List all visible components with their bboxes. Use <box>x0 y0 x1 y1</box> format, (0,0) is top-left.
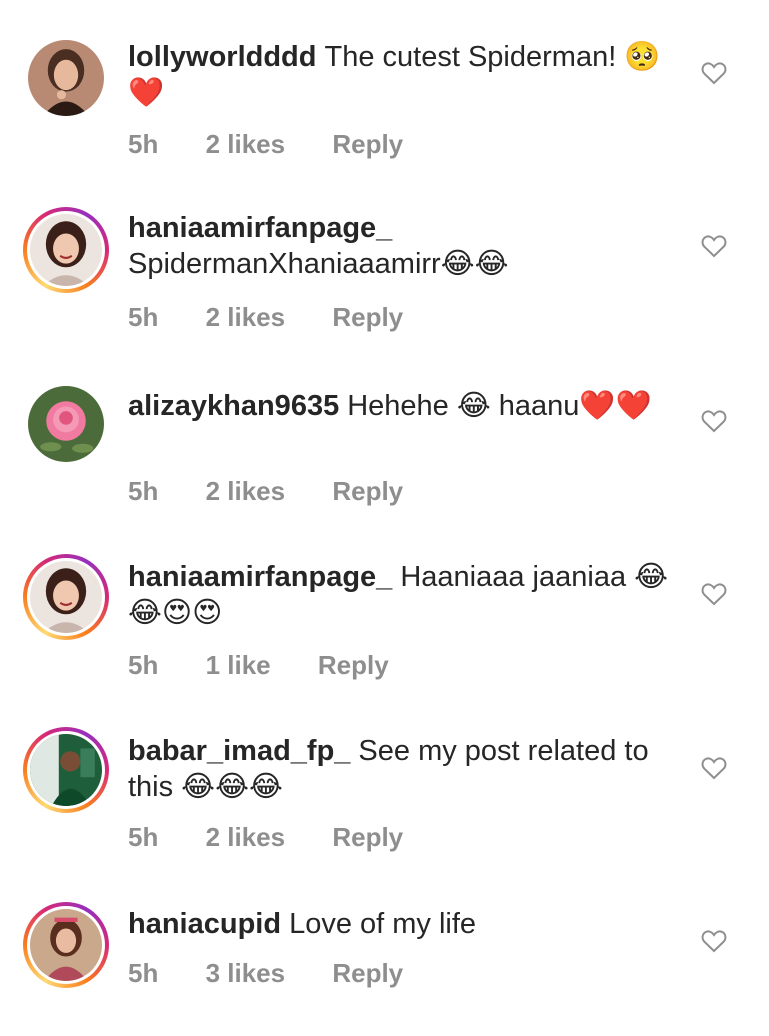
like-heart-icon[interactable] <box>701 756 727 780</box>
comment-text-block: haniacupid Love of my life <box>128 906 678 942</box>
avatar[interactable] <box>28 386 104 462</box>
like-heart-icon[interactable] <box>701 234 727 258</box>
like-heart-icon[interactable] <box>701 929 727 953</box>
comment-item: babar_imad_fp_ See my post related to thi… <box>0 693 769 863</box>
comment-item: haniacupid Love of my life 5h 3 likes Rep… <box>0 866 769 1036</box>
woman-portrait-icon <box>28 40 104 116</box>
like-heart-icon[interactable] <box>701 61 727 85</box>
cricket-player-icon <box>30 734 102 806</box>
comment-text-block: lollyworldddd The cutest Spiderman! 🥺❤️ <box>128 39 678 111</box>
comment-time: 5h <box>128 822 159 852</box>
reply-button[interactable]: Reply <box>332 822 403 852</box>
comment-item: lollyworldddd The cutest Spiderman! 🥺❤️ 5… <box>0 0 769 170</box>
comment-likes[interactable]: 1 like <box>206 650 271 680</box>
comment-item: alizaykhan9635 Hehehe 😂 haanu❤️❤️ 5h 2 li… <box>0 345 769 515</box>
avatar[interactable] <box>23 727 109 813</box>
comment-username[interactable]: alizaykhan9635 <box>128 390 339 422</box>
comment-text-block: haniaamirfanpage_ Haaniaaa jaaniaa 😂😂😍😍 <box>128 559 678 631</box>
comment-text-block: babar_imad_fp_ See my post related to thi… <box>128 733 678 805</box>
woman-portrait-outdoor-icon <box>30 909 102 981</box>
comment-likes[interactable]: 2 likes <box>206 476 286 506</box>
comment-likes[interactable]: 2 likes <box>206 822 286 852</box>
comment-likes[interactable]: 3 likes <box>206 958 286 988</box>
avatar[interactable] <box>23 207 109 293</box>
comment-likes[interactable]: 2 likes <box>206 129 286 159</box>
smiling-woman-portrait-icon <box>30 214 102 286</box>
pink-rose-icon <box>28 386 104 462</box>
comment-time: 5h <box>128 958 159 988</box>
comment-meta: 5h 3 likes Reply <box>128 958 443 989</box>
avatar[interactable] <box>28 40 104 116</box>
comment-meta: 5h 2 likes Reply <box>128 822 443 853</box>
comment-meta: 5h 2 likes Reply <box>128 129 443 160</box>
comment-time: 5h <box>128 302 159 332</box>
comment-meta: 5h 2 likes Reply <box>128 476 443 507</box>
avatar[interactable] <box>23 902 109 988</box>
comment-item: haniaamirfanpage_ Haaniaaa jaaniaa 😂😂😍😍 5… <box>0 519 769 689</box>
smiling-woman-portrait-icon <box>30 561 102 633</box>
comment-likes[interactable]: 2 likes <box>206 302 286 332</box>
like-heart-icon[interactable] <box>701 409 727 433</box>
like-heart-icon[interactable] <box>701 582 727 606</box>
reply-button[interactable]: Reply <box>332 958 403 988</box>
comment-username[interactable]: haniaamirfanpage_ <box>128 210 670 246</box>
comment-text-block: alizaykhan9635 Hehehe 😂 haanu❤️❤️ <box>128 388 678 424</box>
comment-meta: 5h 2 likes Reply <box>128 302 443 333</box>
reply-button[interactable]: Reply <box>332 476 403 506</box>
comment-time: 5h <box>128 650 159 680</box>
comment-meta: 5h 1 like Reply <box>128 650 429 681</box>
avatar[interactable] <box>23 554 109 640</box>
comment-username[interactable]: babar_imad_fp_ <box>128 735 350 767</box>
comment-item: haniaamirfanpage_ SpidermanXhaniaaamirr😂… <box>0 170 769 340</box>
comment-username[interactable]: lollyworldddd <box>128 41 317 73</box>
comment-text: SpidermanXhaniaaamirr😂😂 <box>128 248 509 280</box>
reply-button[interactable]: Reply <box>318 650 389 680</box>
comment-username[interactable]: haniaamirfanpage_ <box>128 561 392 593</box>
comment-time: 5h <box>128 129 159 159</box>
reply-button[interactable]: Reply <box>332 302 403 332</box>
comment-text: Love of my life <box>289 908 477 940</box>
comment-time: 5h <box>128 476 159 506</box>
comment-text-block: haniaamirfanpage_ SpidermanXhaniaaamirr😂… <box>128 210 678 282</box>
comment-username[interactable]: haniacupid <box>128 908 281 940</box>
comment-text: Hehehe 😂 haanu❤️❤️ <box>347 390 652 422</box>
reply-button[interactable]: Reply <box>332 129 403 159</box>
